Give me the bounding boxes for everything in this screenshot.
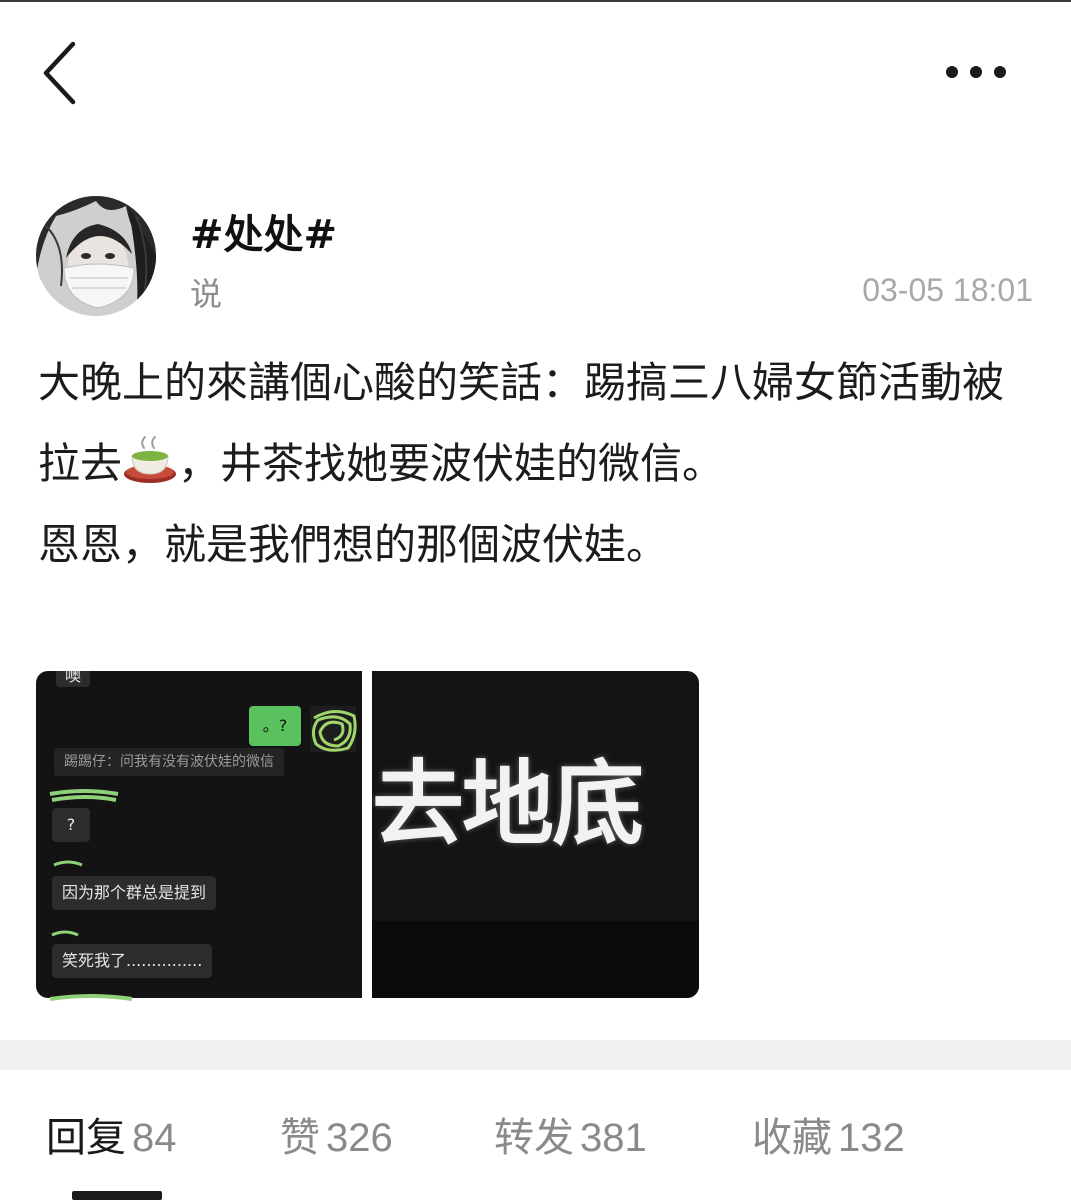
chat-green-bubble: 。? <box>249 706 301 746</box>
tab-reposts-count: 381 <box>580 1116 647 1160</box>
tab-favorites-label: 收藏 <box>752 1115 832 1161</box>
chat-bubble-partial: 噢 <box>56 671 90 687</box>
chat-bubble-group-mention: 因为那个群总是提到 <box>52 876 217 910</box>
tab-favorites[interactable]: 收藏 132 <box>752 1108 905 1168</box>
more-horizontal-icon[interactable] <box>940 60 1012 84</box>
scribbled-avatar-icon <box>308 704 360 754</box>
back-icon[interactable] <box>40 40 80 106</box>
tab-replies-label: 回复 <box>46 1115 126 1161</box>
masked-woman-avatar-icon <box>36 196 156 316</box>
chat-bubble-laughing: 笑死我了............... <box>52 944 213 978</box>
avatar[interactable] <box>36 196 156 316</box>
author-subtitle: 说 <box>190 275 223 313</box>
top-border <box>0 0 1071 2</box>
post-paragraph-2: 恩恩，就是我們想的那個波伏娃。 <box>38 520 669 569</box>
tab-likes-label: 赞 <box>280 1115 320 1161</box>
scribble-name-3 <box>50 926 80 938</box>
meme-caption: 去地底 <box>372 751 644 858</box>
tab-reposts-label: 转发 <box>494 1115 574 1161</box>
tab-replies[interactable]: 回复 84 <box>46 1108 177 1168</box>
chat-bubble-question: ? <box>52 808 90 842</box>
tab-likes[interactable]: 赞 326 <box>280 1108 393 1168</box>
post-body: 大晚上的來講個心酸的笑話：踢搞三八婦女節活動被拉去 ，井茶找她要波伏娃的微信。 … <box>38 342 1038 585</box>
meme-bottom-band <box>372 921 699 998</box>
scribble-name-4 <box>48 988 134 1001</box>
post-text-part-2: ，井茶找她要波伏娃的微信。 <box>178 439 725 488</box>
post-timestamp: 03-05 18:01 <box>862 272 1033 308</box>
tab-reposts[interactable]: 转发 381 <box>494 1108 647 1168</box>
author-name[interactable]: #处处# <box>190 205 337 265</box>
active-tab-indicator <box>72 1191 162 1200</box>
tea-cup-icon <box>122 431 178 483</box>
chat-system-message: 踢踢仔：问我有没有波伏娃的微信 <box>54 748 284 776</box>
tab-likes-count: 326 <box>326 1116 393 1160</box>
tab-favorites-count: 132 <box>838 1116 905 1160</box>
tab-replies-count: 84 <box>132 1116 177 1160</box>
scribble-name-1 <box>48 788 120 806</box>
section-divider <box>0 1040 1071 1070</box>
scribble-name-2 <box>52 856 84 868</box>
post-paragraph-1: 大晚上的來講個心酸的笑話：踢搞三八婦女節活動被拉去 ，井茶找她要波伏娃的微信。 <box>38 342 1038 504</box>
